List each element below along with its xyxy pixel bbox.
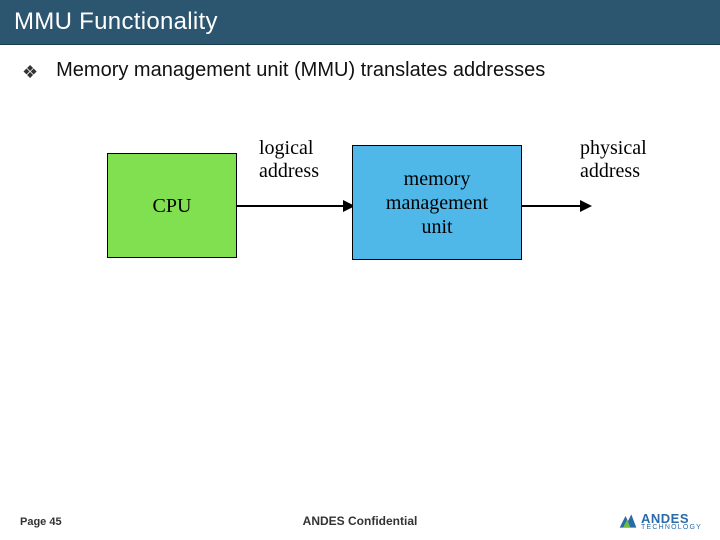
mmu-label: memory management unit	[386, 167, 488, 239]
logo-subtext: TECHNOLOGY	[641, 524, 702, 531]
andes-logo-icon	[618, 511, 638, 531]
mmu-box: memory management unit	[352, 145, 522, 260]
mmu-diagram: CPU logical address memory management un…	[22, 125, 698, 325]
physical-address-label: physical address	[580, 137, 647, 183]
confidential-label: ANDES Confidential	[303, 514, 418, 528]
slide-title: MMU Functionality	[14, 8, 218, 35]
cpu-box: CPU	[107, 153, 237, 258]
logical-address-label: logical address	[259, 137, 319, 183]
arrow-physical-line	[522, 205, 582, 207]
arrow-physical-head-icon	[580, 200, 592, 212]
andes-logo: ANDES TECHNOLOGY	[618, 511, 702, 531]
slide-content: ❖ Memory management unit (MMU) translate…	[0, 45, 720, 339]
footer: Page 45 ANDES Confidential ANDES TECHNOL…	[0, 504, 720, 528]
bullet-item: ❖ Memory management unit (MMU) translate…	[22, 59, 698, 85]
diamond-bullet-icon: ❖	[22, 59, 38, 85]
title-bar: MMU Functionality	[0, 0, 720, 45]
arrow-logical-line	[237, 205, 345, 207]
bullet-text: Memory management unit (MMU) translates …	[56, 59, 545, 82]
page-number: Page 45	[20, 516, 62, 528]
cpu-label: CPU	[153, 194, 192, 218]
